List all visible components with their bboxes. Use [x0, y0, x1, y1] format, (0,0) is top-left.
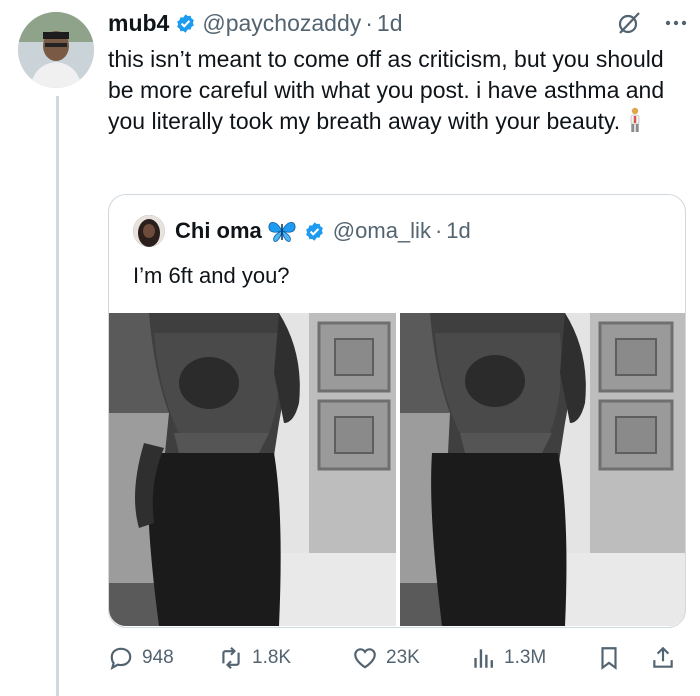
repost-button[interactable]: 1.8K [218, 645, 291, 671]
tweet-header: mub4 @paychozaddy · 1d [108, 6, 688, 40]
butterfly-emoji-icon [268, 221, 296, 242]
bookmark-button[interactable] [596, 645, 622, 671]
author-name[interactable]: mub4 [108, 10, 169, 37]
quoted-verified-badge-icon [305, 221, 323, 241]
thread-line [56, 96, 59, 696]
repost-count: 1.8K [252, 647, 292, 668]
verified-badge-icon [177, 13, 195, 33]
tweet-text: this isn’t meant to come off as criticis… [108, 44, 688, 137]
views-count: 1.3M [504, 647, 547, 668]
grok-icon[interactable] [616, 10, 642, 36]
quoted-tweet-header: Chi oma @oma_lik · 1d [133, 215, 471, 247]
more-options-icon[interactable] [664, 19, 688, 27]
quoted-author-avatar [133, 215, 165, 247]
tweet-timestamp[interactable]: 1d [377, 10, 403, 37]
repost-icon [222, 646, 240, 670]
quoted-author-name: Chi oma [175, 218, 262, 243]
quoted-author-handle: @oma_lik [332, 218, 431, 243]
quoted-media-image-2[interactable] [400, 313, 685, 626]
quoted-media-image-1[interactable] [109, 313, 396, 626]
person-standing-emoji-icon [630, 107, 640, 132]
share-button[interactable] [650, 645, 676, 671]
like-count: 23K [386, 647, 420, 668]
quoted-timestamp: 1d [446, 218, 471, 243]
author-avatar[interactable] [18, 12, 94, 88]
reply-count: 948 [142, 647, 174, 668]
separator-dot: · [365, 9, 373, 36]
quoted-separator-dot: · [434, 218, 443, 243]
share-icon [653, 646, 673, 668]
like-button[interactable]: 23K [352, 645, 420, 671]
bookmark-icon [601, 647, 617, 670]
quoted-tweet-text: I’m 6ft and you? [133, 263, 290, 288]
author-handle[interactable]: @paychozaddy [202, 10, 361, 37]
analytics-bars-icon [474, 649, 493, 668]
reply-icon [110, 647, 132, 670]
quoted-tweet-card[interactable]: Chi oma @oma_lik · 1d I’m 6ft and you? [108, 194, 686, 628]
heart-icon [354, 648, 376, 669]
reply-button[interactable]: 948 [108, 645, 174, 671]
views-button[interactable]: 1.3M [470, 645, 546, 671]
tweet-text-content: this isn’t meant to come off as criticis… [108, 46, 665, 134]
tweet-actions-bar: 948 1.8K 23K 1.3M [108, 640, 683, 676]
